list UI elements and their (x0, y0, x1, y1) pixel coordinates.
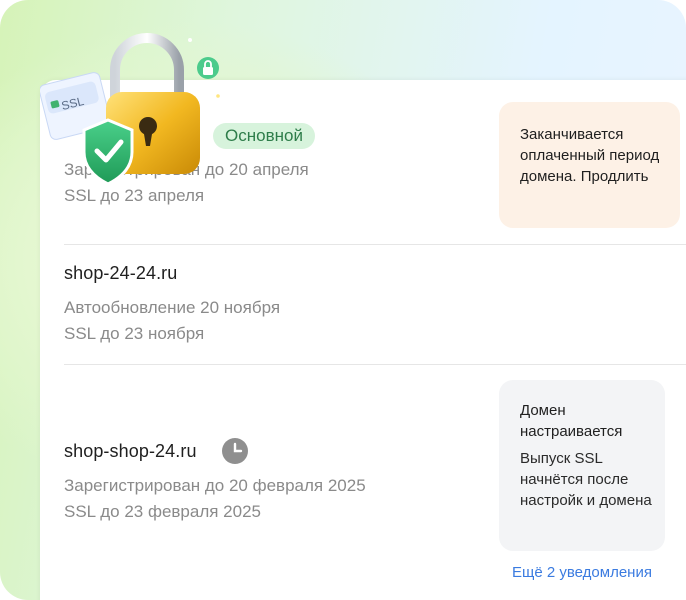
clock-icon (222, 438, 248, 464)
expiring-notice-text: Заканчивается оплаченный период домена. … (520, 126, 660, 185)
domain-2-name[interactable]: shop-24-24.ru (64, 263, 177, 284)
more-notifications-link[interactable]: Ещё 2 уведомления (512, 564, 652, 581)
domain-3-registration: Зарегистрирован до 20 февраля 2025 (64, 476, 366, 495)
domain-3-ssl: SSL до 23 февраля 2025 (64, 502, 262, 521)
domain-2-meta: Автообновление 20 ноября SSL до 23 ноябр… (64, 295, 280, 347)
setup-notice-body: Выпуск SSL начнётся после настройк и дом… (520, 450, 652, 509)
domain-3-meta: Зарегистрирован до 20 февраля 2025 SSL д… (64, 473, 366, 525)
row-divider (64, 364, 686, 365)
setup-notice-title: Домен настраивается (520, 402, 623, 440)
domain-setup-notice: Домен настраивается Выпуск SSL начнётся … (499, 380, 665, 551)
security-illustration: SSL (40, 33, 220, 186)
domain-2-ssl: SSL до 23 ноября (64, 324, 205, 343)
row-divider (64, 244, 686, 245)
domain-expiring-notice[interactable]: Заканчивается оплаченный период домена. … (499, 102, 680, 228)
shield-check-icon (82, 118, 134, 186)
small-lock-icon (197, 57, 219, 79)
domain-row-2[interactable]: shop-24-24.ru (64, 263, 177, 284)
domain-row-3[interactable]: shop-shop-24.ru (64, 441, 197, 462)
domain-2-renewal: Автообновление 20 ноября (64, 298, 281, 317)
domain-3-name[interactable]: shop-shop-24.ru (64, 441, 197, 462)
